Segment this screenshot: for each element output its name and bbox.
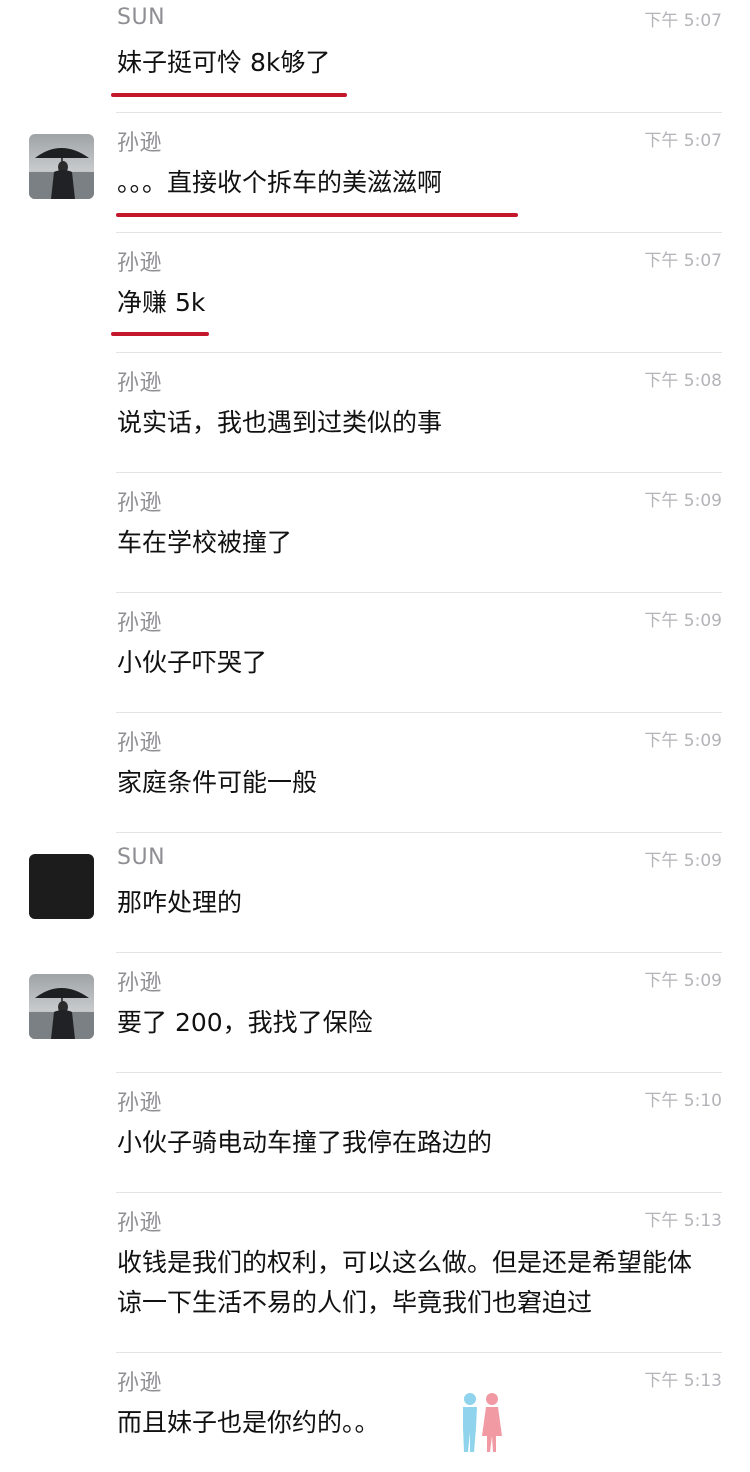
sender-name: 孙逊 — [117, 1371, 163, 1396]
message-row: 孙逊 下午 5:07 。。。直接收个拆车的美滋滋啊 — [0, 112, 750, 232]
sender-name: 孙逊 — [117, 1211, 163, 1236]
message-row: 孙逊 下午 5:10 小伙子骑电动车撞了我停在路边的 — [0, 1072, 750, 1192]
sender-name: 孙逊 — [117, 131, 163, 156]
avatar[interactable] — [29, 134, 94, 199]
sender-name: 孙逊 — [117, 611, 163, 636]
message-time: 下午 5:07 — [644, 11, 722, 31]
message-time: 下午 5:13 — [644, 1211, 722, 1231]
message-time: 下午 5:10 — [644, 1091, 722, 1111]
message-row: 孙逊 下午 5:09 小伙子吓哭了 — [0, 592, 750, 712]
message-text: 小伙子骑电动车撞了我停在路边的 — [117, 1128, 493, 1157]
divider — [116, 232, 722, 233]
avatar[interactable] — [29, 974, 94, 1039]
message-row: 孙逊 下午 5:09 要了 200，我找了保险 — [0, 952, 750, 1072]
message-row: SUN 下午 5:09 那咋处理的 — [0, 832, 750, 952]
sender-name: SUN — [117, 5, 166, 30]
message-row: 孙逊 下午 5:08 说实话，我也遇到过类似的事 — [0, 352, 750, 472]
divider — [116, 712, 722, 713]
message-text: 妹子挺可怜 8k够了 — [117, 48, 331, 77]
message-row: SUN 下午 5:07 妹子挺可怜 8k够了 — [0, 0, 750, 112]
message-text: 车在学校被撞了 — [117, 528, 293, 557]
message-row: 孙逊 下午 5:13 收钱是我们的权利，可以这么做。但是还是希望能体谅一下生活不… — [0, 1192, 750, 1352]
message-text: 家庭条件可能一般 — [117, 768, 318, 797]
divider — [116, 1192, 722, 1193]
divider — [116, 472, 722, 473]
red-underline — [111, 332, 209, 336]
umbrella-person-icon — [29, 148, 94, 199]
message-text: 要了 200，我找了保险 — [117, 1008, 373, 1037]
couple-figures-icon — [463, 1393, 502, 1452]
message-time: 下午 5:13 — [644, 1371, 722, 1391]
sender-name: SUN — [117, 845, 166, 870]
message-text: 。。。直接收个拆车的美滋滋啊 — [117, 168, 443, 197]
sender-name: 孙逊 — [117, 731, 163, 756]
sender-name: 孙逊 — [117, 371, 163, 396]
message-time: 下午 5:07 — [644, 251, 722, 271]
message-text: 那咋处理的 — [117, 888, 243, 917]
umbrella-person-icon — [29, 988, 94, 1039]
divider — [116, 352, 722, 353]
divider — [116, 592, 722, 593]
message-row: 孙逊 下午 5:07 净赚 5k — [0, 232, 750, 352]
divider — [116, 832, 722, 833]
divider — [116, 1352, 722, 1353]
sender-name: 孙逊 — [117, 971, 163, 996]
divider — [116, 112, 722, 113]
message-text: 净赚 5k — [117, 288, 206, 317]
sender-name: 孙逊 — [117, 1091, 163, 1116]
divider — [116, 952, 722, 953]
message-row: 孙逊 下午 5:09 车在学校被撞了 — [0, 472, 750, 592]
message-text: 收钱是我们的权利，可以这么做。但是还是希望能体谅一下生活不易的人们，毕竟我们也窘… — [117, 1248, 693, 1317]
red-underline — [116, 213, 518, 217]
message-time: 下午 5:09 — [644, 851, 722, 871]
message-row: 孙逊 下午 5:09 家庭条件可能一般 — [0, 712, 750, 832]
message-text: 说实话，我也遇到过类似的事 — [117, 408, 443, 437]
avatar[interactable] — [29, 854, 94, 919]
message-time: 下午 5:09 — [644, 611, 722, 631]
message-time: 下午 5:09 — [644, 731, 722, 751]
message-time: 下午 5:09 — [644, 971, 722, 991]
message-time: 下午 5:08 — [644, 371, 722, 391]
sender-name: 孙逊 — [117, 491, 163, 516]
sender-name: 孙逊 — [117, 251, 163, 276]
divider — [116, 1072, 722, 1073]
message-time: 下午 5:07 — [644, 131, 722, 151]
message-time: 下午 5:09 — [644, 491, 722, 511]
red-underline — [111, 93, 347, 97]
message-text: 小伙子吓哭了 — [117, 648, 268, 677]
message-text: 而且妹子也是你约的。。 — [117, 1408, 380, 1437]
message-row: 孙逊 下午 5:13 而且妹子也是你约的。。 — [0, 1352, 750, 1472]
